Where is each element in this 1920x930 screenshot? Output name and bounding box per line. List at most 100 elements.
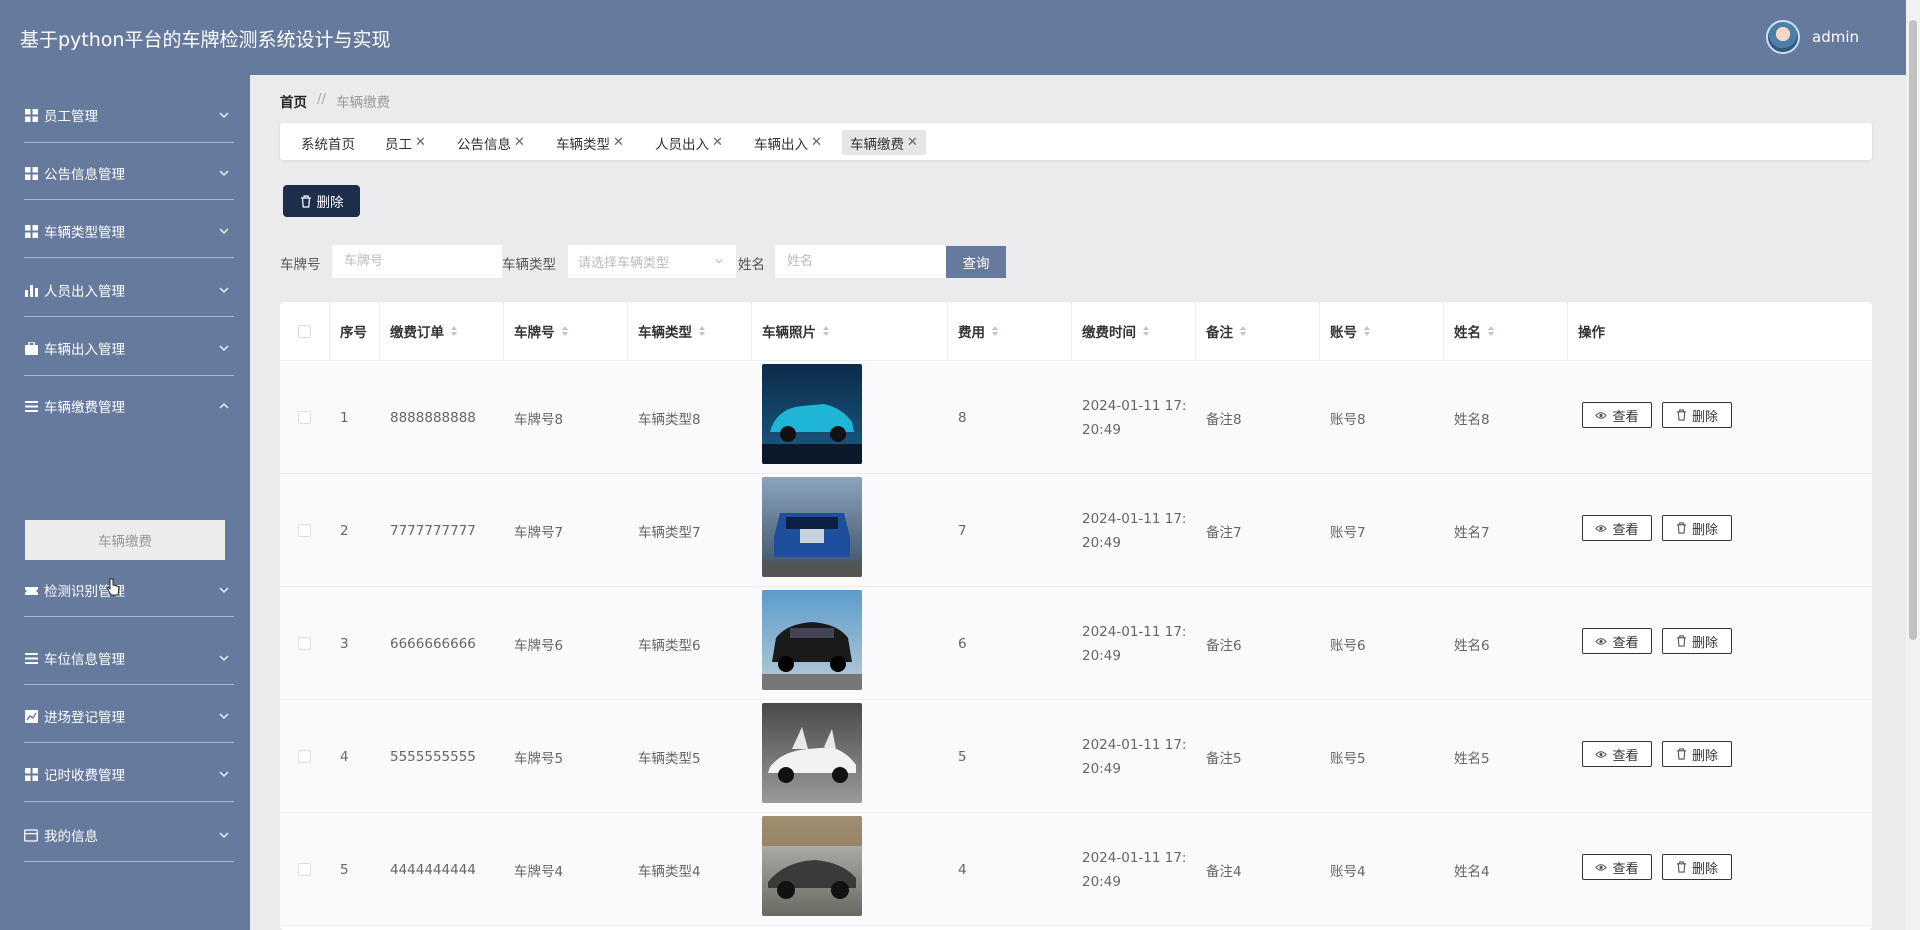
vehicle-photo[interactable] — [762, 816, 862, 916]
close-icon[interactable]: ✕ — [907, 135, 918, 150]
tab-notice[interactable]: 公告信息 ✕ — [449, 130, 533, 155]
delete-label: 删除 — [1691, 522, 1718, 538]
sidebar-item-label: 车辆缴费管理 — [44, 400, 125, 416]
hand-cursor-icon — [106, 578, 120, 596]
tab-vehicle-access[interactable]: 车辆出入 ✕ — [746, 130, 830, 155]
trash-icon — [1676, 861, 1687, 873]
cell-time-line1: 2024-01-11 17: — [1082, 510, 1187, 527]
sidebar-item-label: 车辆出入管理 — [44, 342, 125, 358]
user-menu[interactable]: admin — [1766, 20, 1859, 54]
row-checkbox[interactable] — [298, 524, 311, 537]
close-icon[interactable]: ✕ — [613, 135, 624, 150]
sidebar-item-vehicle-access[interactable]: 车辆出入管理 — [24, 328, 234, 368]
plate-search-input[interactable] — [332, 245, 502, 278]
delete-button[interactable]: 删除 — [1662, 741, 1732, 767]
page-scrollbar-thumb[interactable] — [1909, 20, 1917, 640]
row-checkbox[interactable] — [298, 863, 311, 876]
cell-fee: 5 — [958, 748, 967, 765]
column-header-account[interactable]: 账号 — [1320, 302, 1444, 360]
vehicle-photo[interactable] — [762, 590, 862, 690]
view-button[interactable]: 查看 — [1582, 628, 1652, 654]
delete-button[interactable]: 删除 — [1662, 515, 1732, 541]
column-header-fee[interactable]: 费用 — [948, 302, 1072, 360]
close-icon[interactable]: ✕ — [712, 135, 723, 150]
name-search-input[interactable] — [775, 245, 946, 278]
vehicle-photo[interactable] — [762, 703, 862, 803]
sort-icon[interactable] — [450, 325, 458, 337]
delete-button[interactable]: 删除 — [1662, 628, 1732, 654]
row-checkbox[interactable] — [298, 750, 311, 763]
delete-button[interactable]: 删除 — [1662, 854, 1732, 880]
tab-vehicle-payment[interactable]: 车辆缴费 ✕ — [842, 130, 926, 155]
close-icon[interactable]: ✕ — [514, 135, 525, 150]
sort-icon[interactable] — [991, 325, 999, 337]
row-checkbox[interactable] — [298, 637, 311, 650]
cell-time-line2: 20:49 — [1082, 647, 1121, 664]
sidebar-item-label: 我的信息 — [44, 829, 98, 845]
avatar[interactable] — [1766, 20, 1800, 54]
username[interactable]: admin — [1812, 28, 1859, 46]
menu-divider — [24, 316, 234, 317]
sidebar-item-employee[interactable]: 员工管理 — [24, 95, 234, 135]
batch-delete-button[interactable]: 删除 — [283, 185, 360, 217]
column-header-photo[interactable]: 车辆照片 — [752, 302, 948, 360]
cell-order: 8888888888 — [390, 409, 476, 426]
breadcrumb-home[interactable]: 首页 — [280, 91, 307, 111]
close-icon[interactable]: ✕ — [811, 135, 822, 150]
sidebar-item-parking-space[interactable]: 车位信息管理 — [24, 638, 234, 678]
column-header-index: 序号 — [330, 302, 380, 360]
sidebar-item-my-info[interactable]: 我的信息 — [24, 815, 234, 855]
sidebar-item-detection[interactable]: 检测识别管理 — [24, 570, 234, 610]
table-row: 2 7777777777 车牌号7 车辆类型7 7 2024-01-11 17: 20:49… — [280, 474, 1872, 587]
vehicle-photo[interactable] — [762, 477, 862, 577]
select-all-checkbox[interactable] — [298, 324, 311, 338]
column-header-order[interactable]: 缴费订单 — [380, 302, 504, 360]
sort-icon[interactable] — [1239, 325, 1247, 337]
cell-plate: 车牌号6 — [514, 637, 564, 654]
sidebar-item-notice[interactable]: 公告信息管理 — [24, 153, 234, 193]
sidebar-item-vehicle-type[interactable]: 车辆类型管理 — [24, 211, 234, 251]
search-button[interactable]: 查询 — [946, 246, 1006, 278]
sidebar-item-person-access[interactable]: 人员出入管理 — [24, 270, 234, 310]
sidebar-item-entry-register[interactable]: 进场登记管理 — [24, 696, 234, 736]
column-header-time[interactable]: 缴费时间 — [1072, 302, 1196, 360]
sidebar-subitem-vehicle-payment[interactable]: 车辆缴费 — [25, 520, 225, 560]
tab-person-access[interactable]: 人员出入 ✕ — [647, 130, 731, 155]
cell-time: 2024-01-11 17: 20:49 — [1072, 813, 1196, 926]
menu-divider — [24, 616, 234, 617]
trash-icon — [1676, 635, 1687, 647]
sort-icon[interactable] — [561, 325, 569, 337]
sort-icon[interactable] — [1142, 325, 1150, 337]
column-header-name[interactable]: 姓名 — [1444, 302, 1568, 360]
cell-time-line1: 2024-01-11 17: — [1082, 849, 1187, 866]
column-header-plate[interactable]: 车牌号 — [504, 302, 628, 360]
chevron-down-icon — [219, 228, 229, 234]
tab-label: 人员出入 — [655, 136, 709, 153]
row-checkbox[interactable] — [298, 411, 311, 424]
cell-account: 账号8 — [1330, 411, 1366, 428]
view-label: 查看 — [1612, 635, 1639, 651]
column-header-type[interactable]: 车辆类型 — [628, 302, 752, 360]
grid-icon — [24, 767, 38, 781]
sidebar-item-timed-charge[interactable]: 记时收费管理 — [24, 754, 234, 794]
delete-button[interactable]: 删除 — [1662, 402, 1732, 428]
sort-icon[interactable] — [698, 325, 706, 337]
vehicle-photo[interactable] — [762, 364, 862, 464]
view-button[interactable]: 查看 — [1582, 741, 1652, 767]
sidebar-item-label: 员工管理 — [44, 109, 98, 125]
close-icon[interactable]: ✕ — [415, 135, 426, 150]
eye-icon — [1595, 411, 1608, 419]
sidebar-item-vehicle-payment[interactable]: 车辆缴费管理 — [24, 386, 234, 426]
tab-employee[interactable]: 员工 ✕ — [377, 130, 434, 155]
view-button[interactable]: 查看 — [1582, 515, 1652, 541]
tab-home[interactable]: 系统首页 — [293, 130, 363, 155]
vehicle-type-select[interactable]: 请选择车辆类型 — [568, 245, 736, 278]
column-header-note[interactable]: 备注 — [1196, 302, 1320, 360]
sort-icon[interactable] — [1363, 325, 1371, 337]
tab-vehicle-type[interactable]: 车辆类型 ✕ — [548, 130, 632, 155]
view-button[interactable]: 查看 — [1582, 402, 1652, 428]
cell-type: 车辆类型6 — [638, 637, 701, 654]
sort-icon[interactable] — [1487, 325, 1495, 337]
view-button[interactable]: 查看 — [1582, 854, 1652, 880]
sort-icon[interactable] — [822, 325, 830, 337]
